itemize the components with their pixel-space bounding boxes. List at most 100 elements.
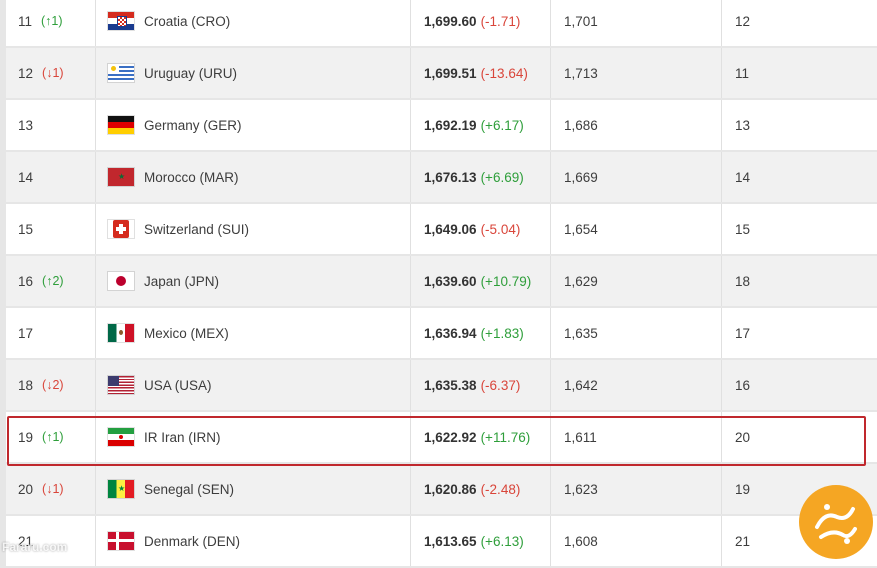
previous-rank: 15 [735,221,751,237]
team-cell[interactable]: ★ Senegal (SEN) [108,464,234,514]
points-value: 1,622.92 [424,429,477,445]
team-cell[interactable]: Mexico (MEX) [108,308,229,358]
points-delta: (+1.83) [480,325,524,341]
team-cell[interactable]: Croatia (CRO) [108,0,230,46]
points-delta: (+11.76) [480,429,531,445]
team-name[interactable]: IR Iran (IRN) [144,430,221,445]
column-divider [550,152,551,202]
table-row[interactable]: 12 (↓1) Uruguay (URU) 1,699.51 (-13.64) … [0,48,877,98]
column-divider [410,0,411,46]
column-divider [95,516,96,566]
points-delta: (+10.79) [480,273,532,289]
column-divider [410,516,411,566]
table-row[interactable]: 16 (↑2) Japan (JPN) 1,639.60 (+10.79) 1,… [0,256,877,306]
rank-cell: 19 (↑1) [18,412,64,462]
points-value: 1,639.60 [424,273,477,289]
column-divider [550,360,551,410]
team-cell[interactable]: Switzerland (SUI) [108,204,249,254]
column-divider [550,412,551,462]
table-row[interactable]: 21 Denmark (DEN) 1,613.65 (+6.13) 1,608 … [0,516,877,566]
previous-points-cell: 1,608 [564,516,598,566]
team-cell[interactable]: USA (USA) [108,360,212,410]
previous-points-cell: 1,611 [564,412,597,462]
column-divider [721,48,722,98]
rank-value: 18 [18,377,34,393]
column-divider [95,256,96,306]
points-cell: 1,636.94 (+1.83) [424,308,524,358]
usa-flag-icon [108,376,134,394]
points-cell: 1,676.13 (+6.69) [424,152,524,202]
column-divider [410,308,411,358]
team-cell[interactable]: ★ Morocco (MAR) [108,152,239,202]
rank-cell: 13 [18,100,42,150]
rank-value: 20 [18,481,34,497]
morocco-flag-icon: ★ [108,168,134,186]
team-cell[interactable]: Denmark (DEN) [108,516,240,566]
japan-flag-icon [108,272,134,290]
team-name[interactable]: Senegal (SEN) [144,482,234,497]
team-name[interactable]: Switzerland (SUI) [144,222,249,237]
column-divider [410,48,411,98]
previous-points-cell: 1,642 [564,360,598,410]
points-cell: 1,649.06 (-5.04) [424,204,520,254]
column-divider [721,412,722,462]
table-row[interactable]: 20 (↓1) ★ Senegal (SEN) 1,620.86 (-2.48)… [0,464,877,514]
rank-value: 19 [18,429,34,445]
points-value: 1,699.51 [424,65,477,81]
previous-rank-cell: 19 [735,464,750,514]
column-divider [95,308,96,358]
previous-points-cell: 1,635 [564,308,598,358]
column-divider [95,100,96,150]
table-row[interactable]: 15 Switzerland (SUI) 1,649.06 (-5.04) 1,… [0,204,877,254]
table-row[interactable]: 14 ★ Morocco (MAR) 1,676.13 (+6.69) 1,66… [0,152,877,202]
points-delta: (-2.48) [480,481,521,497]
team-name[interactable]: USA (USA) [144,378,212,393]
team-name[interactable]: Denmark (DEN) [144,534,240,549]
points-cell: 1,613.65 (+6.13) [424,516,524,566]
points-value: 1,649.06 [424,221,477,237]
previous-rank-cell: 21 [735,516,750,566]
points-cell: 1,622.92 (+11.76) [424,412,530,462]
table-row[interactable]: 18 (↓2) USA (USA) 1,635.38 (-6.37) 1,642… [0,360,877,410]
table-row[interactable]: 13 Germany (GER) 1,692.19 (+6.17) 1,686 … [0,100,877,150]
table-row[interactable]: 11 (↑1) Croatia (CRO) 1,699.60 (-1.71) 1… [0,0,877,46]
previous-rank: 21 [735,533,751,549]
previous-rank-cell: 14 [735,152,750,202]
points-value: 1,620.86 [424,481,477,497]
team-cell[interactable]: Uruguay (URU) [108,48,237,98]
previous-points-cell: 1,629 [564,256,598,306]
column-divider [550,464,551,514]
rank-change: (↓1) [42,66,64,80]
points-cell: 1,635.38 (-6.37) [424,360,520,410]
team-name[interactable]: Morocco (MAR) [144,170,239,185]
previous-rank: 11 [735,65,750,81]
previous-points: 1,635 [564,325,598,341]
team-name[interactable]: Japan (JPN) [144,274,219,289]
previous-rank-cell: 13 [735,100,750,150]
team-name[interactable]: Uruguay (URU) [144,66,237,81]
points-value: 1,692.19 [424,117,477,133]
previous-rank: 19 [735,481,751,497]
column-divider [550,48,551,98]
previous-rank: 20 [735,429,751,445]
table-row[interactable]: 17 Mexico (MEX) 1,636.94 (+1.83) 1,635 1… [0,308,877,358]
column-divider [410,204,411,254]
column-divider [95,152,96,202]
team-cell[interactable]: Germany (GER) [108,100,242,150]
points-value: 1,635.38 [424,377,477,393]
previous-points: 1,713 [564,65,598,81]
column-divider [550,256,551,306]
team-name[interactable]: Mexico (MEX) [144,326,229,341]
team-cell[interactable]: Japan (JPN) [108,256,219,306]
team-cell[interactable]: IR Iran (IRN) [108,412,221,462]
team-name[interactable]: Croatia (CRO) [144,14,230,29]
previous-rank-cell: 17 [735,308,750,358]
table-row[interactable]: 19 (↑1) IR Iran (IRN) 1,622.92 (+11.76) … [0,412,877,462]
rank-cell: 17 [18,308,42,358]
rank-value: 13 [18,117,34,133]
previous-rank-cell: 20 [735,412,750,462]
points-delta: (-13.64) [480,65,528,81]
team-name[interactable]: Germany (GER) [144,118,242,133]
column-divider [95,204,96,254]
previous-rank: 18 [735,273,751,289]
